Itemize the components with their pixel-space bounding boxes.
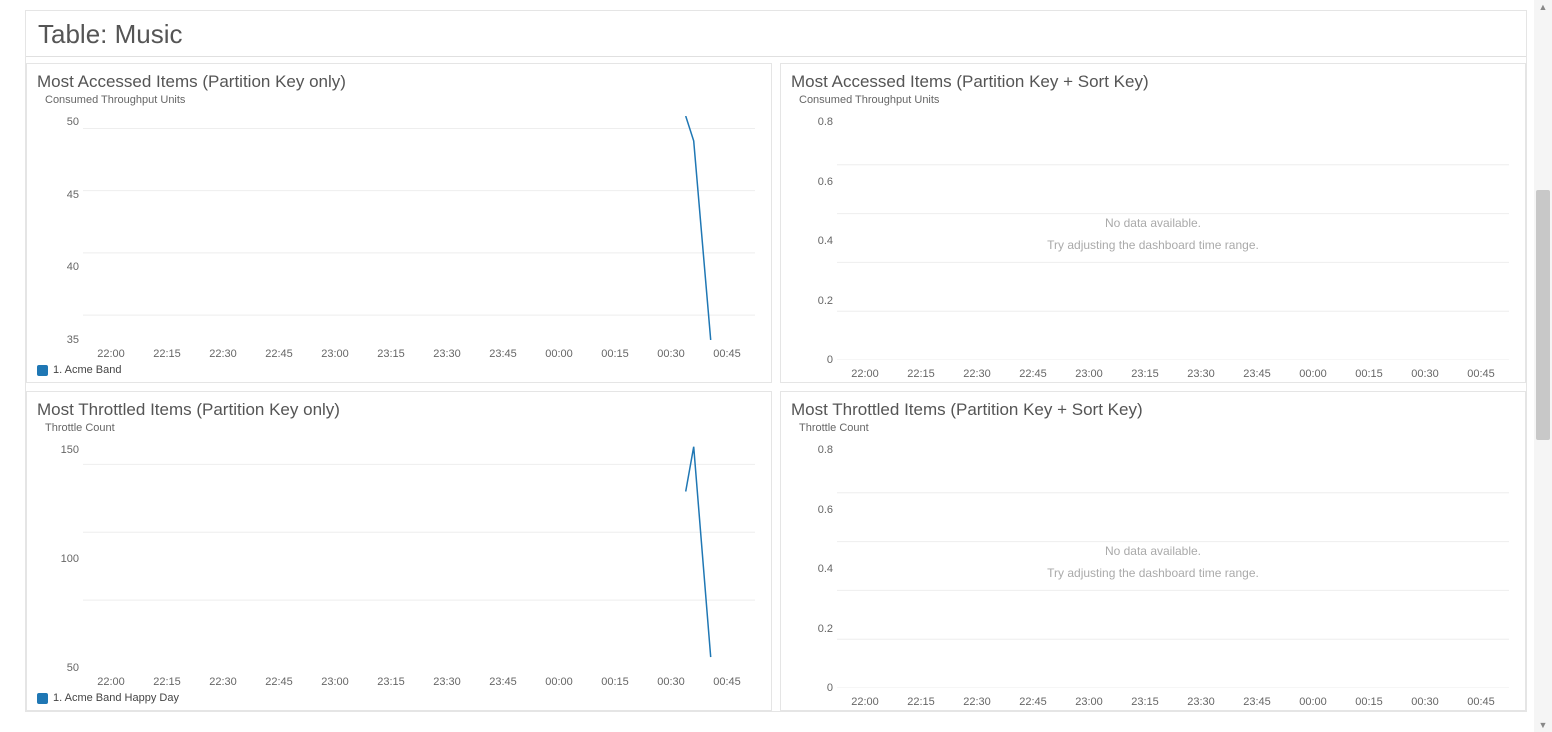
y-axis-title: Throttle Count [781, 422, 1525, 434]
legend-swatch-icon [37, 365, 48, 376]
x-tick-label: 00:45 [1453, 696, 1509, 708]
x-tick-label: 00:15 [1341, 368, 1397, 380]
y-axis-title: Consumed Throughput Units [781, 94, 1525, 106]
panel-title: Most Accessed Items (Partition Key only) [27, 64, 771, 94]
chevron-up-icon[interactable]: ▲ [1536, 0, 1550, 14]
y-tick-label: 0 [827, 354, 833, 366]
chart-grid: Most Accessed Items (Partition Key only)… [26, 63, 1526, 711]
legend[interactable]: 1. Acme Band [27, 362, 771, 382]
y-tick-label: 0 [827, 682, 833, 694]
y-tick-label: 0.8 [818, 444, 833, 456]
panel-title: Most Throttled Items (Partition Key + So… [781, 392, 1525, 422]
x-tick-label: 00:45 [1453, 368, 1509, 380]
panel-title: Most Accessed Items (Partition Key + Sor… [781, 64, 1525, 94]
scroll-thumb[interactable] [1536, 190, 1550, 440]
legend-label: 1. Acme Band Happy Day [53, 692, 179, 704]
legend-swatch-icon [37, 693, 48, 704]
series-line [686, 116, 711, 340]
x-tick-label: 00:00 [1285, 368, 1341, 380]
panel-most-accessed-pk-sk: Most Accessed Items (Partition Key + Sor… [780, 63, 1526, 383]
y-tick-label: 150 [61, 444, 79, 456]
no-data-message: No data available.Try adjusting the dash… [791, 541, 1515, 584]
table-section: Table: Music Most Accessed Items (Partit… [25, 10, 1527, 712]
y-tick-label: 50 [67, 116, 79, 128]
x-tick-label: 23:15 [1117, 368, 1173, 380]
vertical-scrollbar[interactable]: ▲ ▼ [1534, 0, 1552, 732]
x-tick-label: 00:00 [1285, 696, 1341, 708]
x-tick-label: 22:45 [1005, 368, 1061, 380]
y-tick-label: 0.6 [818, 176, 833, 188]
y-tick-label: 100 [61, 553, 79, 565]
legend[interactable]: 1. Acme Band Happy Day [27, 690, 771, 710]
x-tick-label: 23:45 [475, 676, 531, 688]
x-tick-label: 22:30 [949, 368, 1005, 380]
x-tick-label: 23:15 [363, 348, 419, 360]
y-axis-title: Throttle Count [27, 422, 771, 434]
x-tick-label: 22:45 [1005, 696, 1061, 708]
y-tick-label: 35 [67, 334, 79, 346]
x-tick-label: 23:30 [419, 348, 475, 360]
x-tick-label: 00:00 [531, 676, 587, 688]
x-tick-label: 23:00 [1061, 368, 1117, 380]
x-tick-label: 23:15 [1117, 696, 1173, 708]
y-tick-label: 0.2 [818, 295, 833, 307]
x-tick-label: 22:45 [251, 676, 307, 688]
x-tick-label: 23:45 [475, 348, 531, 360]
x-tick-label: 22:15 [893, 696, 949, 708]
x-tick-label: 00:15 [1341, 696, 1397, 708]
y-tick-label: 40 [67, 261, 79, 273]
y-tick-label: 0.2 [818, 623, 833, 635]
series-line [686, 447, 711, 657]
y-tick-label: 0.6 [818, 504, 833, 516]
x-tick-label: 00:30 [1397, 696, 1453, 708]
chevron-down-icon[interactable]: ▼ [1536, 718, 1550, 732]
y-axis-title: Consumed Throughput Units [27, 94, 771, 106]
x-tick-label: 23:45 [1229, 368, 1285, 380]
x-tick-label: 00:30 [643, 348, 699, 360]
x-tick-label: 00:45 [699, 348, 755, 360]
x-tick-label: 22:00 [83, 348, 139, 360]
x-tick-label: 23:30 [1173, 696, 1229, 708]
x-tick-label: 00:30 [1397, 368, 1453, 380]
y-tick-label: 50 [67, 662, 79, 674]
x-tick-label: 22:15 [139, 676, 195, 688]
x-tick-label: 22:30 [949, 696, 1005, 708]
panel-title: Most Throttled Items (Partition Key only… [27, 392, 771, 422]
x-tick-label: 23:30 [419, 676, 475, 688]
x-tick-label: 23:30 [1173, 368, 1229, 380]
no-data-message: No data available.Try adjusting the dash… [791, 213, 1515, 256]
x-tick-label: 22:15 [893, 368, 949, 380]
y-tick-label: 0.8 [818, 116, 833, 128]
panel-most-throttled-pk: Most Throttled Items (Partition Key only… [26, 391, 772, 711]
chart-area[interactable]: 0.80.60.40.2022:0022:1522:3022:4523:0023… [791, 438, 1515, 710]
x-tick-label: 23:45 [1229, 696, 1285, 708]
section-title: Table: Music [26, 11, 1526, 57]
x-tick-label: 22:30 [195, 348, 251, 360]
x-tick-label: 23:00 [1061, 696, 1117, 708]
panel-most-accessed-pk: Most Accessed Items (Partition Key only)… [26, 63, 772, 383]
y-tick-label: 45 [67, 189, 79, 201]
x-tick-label: 23:00 [307, 676, 363, 688]
x-tick-label: 00:30 [643, 676, 699, 688]
x-tick-label: 22:15 [139, 348, 195, 360]
x-tick-label: 23:00 [307, 348, 363, 360]
panel-most-throttled-pk-sk: Most Throttled Items (Partition Key + So… [780, 391, 1526, 711]
x-tick-label: 00:00 [531, 348, 587, 360]
x-tick-label: 23:15 [363, 676, 419, 688]
x-tick-label: 22:45 [251, 348, 307, 360]
legend-label: 1. Acme Band [53, 364, 122, 376]
x-tick-label: 22:30 [195, 676, 251, 688]
x-tick-label: 00:15 [587, 676, 643, 688]
x-tick-label: 22:00 [837, 368, 893, 380]
x-tick-label: 22:00 [837, 696, 893, 708]
chart-area[interactable]: 5045403522:0022:1522:3022:4523:0023:1523… [37, 110, 761, 362]
x-tick-label: 00:15 [587, 348, 643, 360]
x-tick-label: 22:00 [83, 676, 139, 688]
chart-area[interactable]: 0.80.60.40.2022:0022:1522:3022:4523:0023… [791, 110, 1515, 382]
chart-area[interactable]: 1501005022:0022:1522:3022:4523:0023:1523… [37, 438, 761, 690]
x-tick-label: 00:45 [699, 676, 755, 688]
